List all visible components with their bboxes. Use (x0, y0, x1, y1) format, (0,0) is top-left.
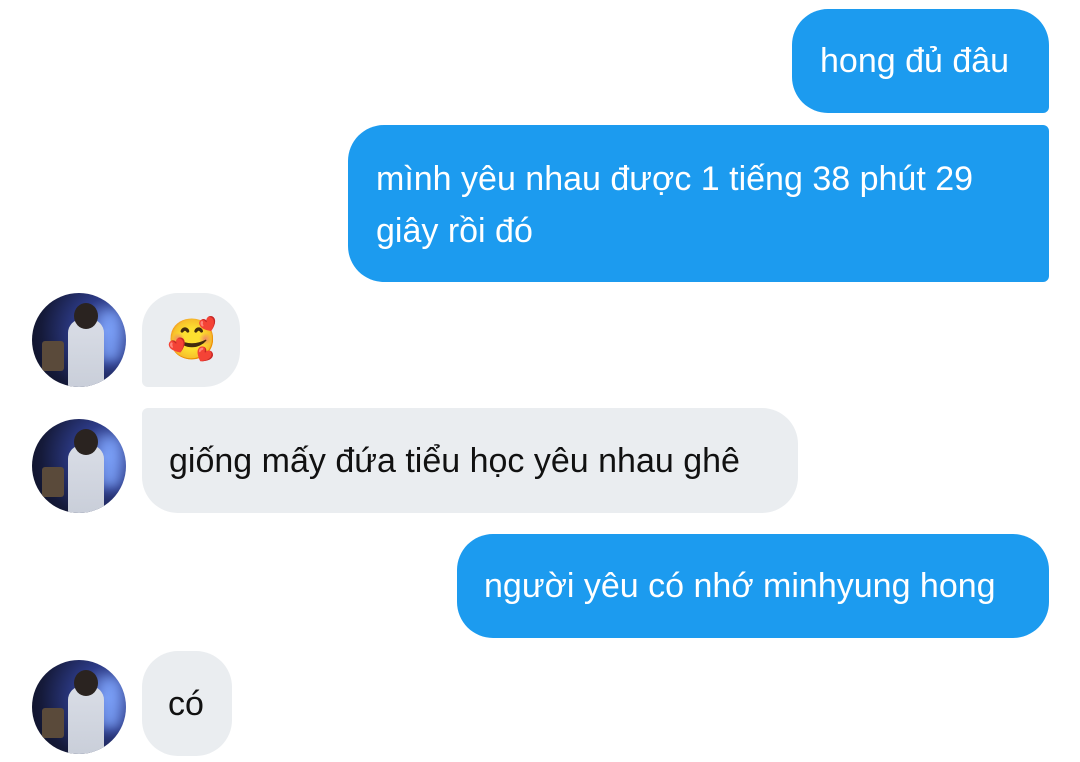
smiling-face-with-hearts-icon: 🥰 (167, 318, 217, 362)
contact-avatar[interactable] (32, 419, 126, 513)
contact-avatar[interactable] (32, 660, 126, 754)
chat-thread: hong đủ đâu mình yêu nhau được 1 tiếng 3… (0, 0, 1080, 762)
message-bubble-outgoing[interactable]: mình yêu nhau được 1 tiếng 38 phút 29 gi… (348, 125, 1049, 282)
message-bubble-incoming[interactable]: 🥰 (142, 293, 240, 387)
message-text-line: giây rồi đó (376, 212, 533, 250)
message-text: người yêu có nhớ minhyung hong (484, 567, 996, 605)
message-text: giống mấy đứa tiểu học yêu nhau ghê (169, 442, 740, 480)
message-bubble-incoming[interactable]: có (142, 651, 232, 756)
message-text-line: mình yêu nhau được 1 tiếng 38 phút 29 (376, 160, 974, 198)
contact-avatar[interactable] (32, 293, 126, 387)
message-text: hong đủ đâu (820, 42, 1010, 80)
message-bubble-outgoing[interactable]: hong đủ đâu (792, 9, 1049, 113)
message-bubble-incoming[interactable]: giống mấy đứa tiểu học yêu nhau ghê (142, 408, 798, 513)
message-text: có (168, 685, 204, 723)
message-bubble-outgoing[interactable]: người yêu có nhớ minhyung hong (457, 534, 1049, 638)
